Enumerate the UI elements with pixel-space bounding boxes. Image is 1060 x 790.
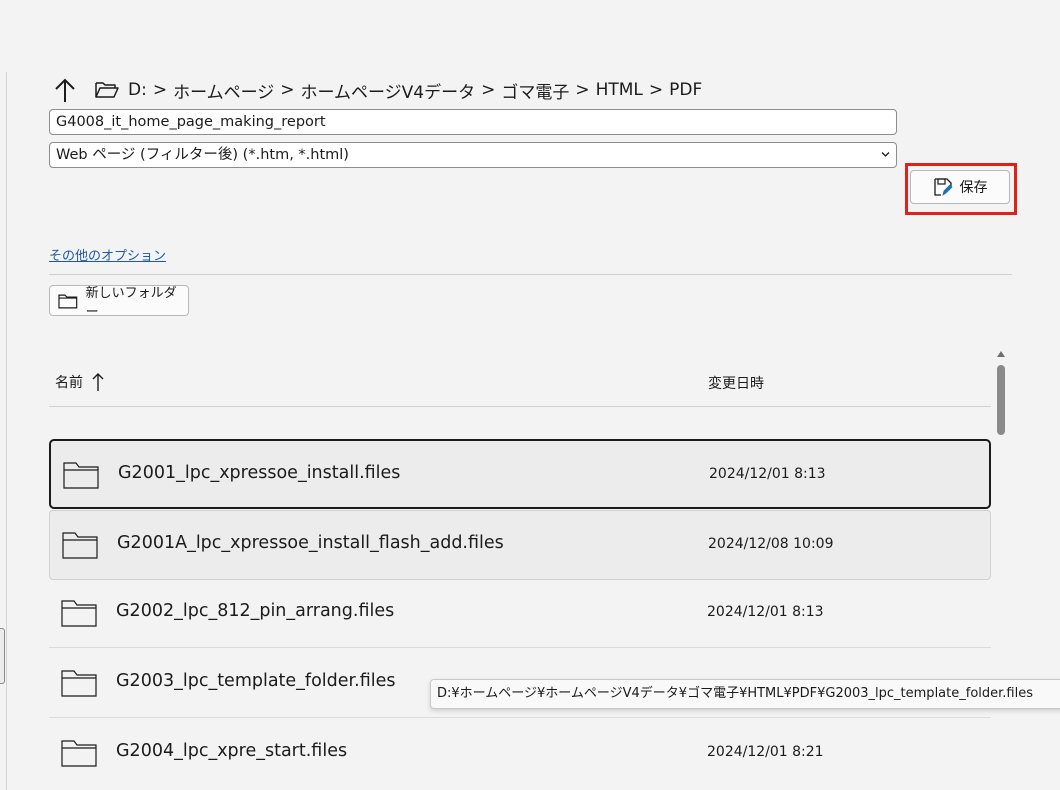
folder-icon — [63, 462, 99, 489]
folder-icon — [62, 532, 98, 559]
more-options-link[interactable]: その他のオプション — [49, 245, 166, 264]
file-modified: 2024/12/01 8:13 — [707, 604, 824, 620]
file-name: G2001A_lpc_xpressoe_install_flash_add.fi… — [117, 533, 504, 553]
file-modified: 2024/12/01 8:21 — [707, 744, 824, 760]
file-name: G2003_lpc_template_folder.files — [116, 671, 396, 691]
sort-ascending-icon — [92, 373, 104, 391]
file-name: G2001_lpc_xpressoe_install.files — [118, 463, 401, 483]
filetype-selected-value: Web ページ (フィルター後) (*.htm, *.html) — [56, 147, 349, 163]
folder-open-icon — [95, 82, 119, 98]
divider — [49, 274, 1012, 275]
folder-icon — [61, 600, 97, 627]
scrollbar-thumb[interactable] — [997, 365, 1005, 435]
breadcrumb-separator: > — [280, 80, 295, 100]
breadcrumb-separator: > — [575, 80, 590, 100]
column-header-name[interactable]: 名前 — [55, 372, 104, 392]
file-name: G2004_lpc_xpre_start.files — [116, 741, 348, 761]
new-folder-button[interactable]: 新しいフォルダー — [49, 285, 189, 320]
breadcrumb-separator: > — [481, 80, 496, 100]
row-divider — [49, 717, 991, 718]
breadcrumb-item-pdf[interactable]: PDF — [669, 80, 702, 100]
file-modified: 2024/12/01 8:13 — [709, 466, 826, 482]
list-item[interactable]: G2002_lpc_812_pin_arrang.files 2024/12/0… — [49, 579, 991, 649]
column-header-modified[interactable]: 変更日時 — [708, 373, 764, 393]
breadcrumb-item-homepage[interactable]: ホームページ — [173, 78, 274, 103]
breadcrumb-item-drive[interactable]: D: — [128, 80, 147, 100]
path-tooltip: D:¥ホームページ¥ホームページV4データ¥ゴマ電子¥HTML¥PDF¥G200… — [430, 679, 1060, 709]
row-divider — [49, 647, 991, 648]
list-item[interactable]: G2001_lpc_xpressoe_install.files 2024/12… — [49, 439, 991, 509]
folder-icon — [61, 740, 97, 767]
breadcrumb-item-html[interactable]: HTML — [596, 80, 643, 100]
chevron-down-icon — [881, 152, 890, 157]
pane-resize-handle[interactable] — [0, 628, 5, 684]
file-modified: 2024/12/08 10:09 — [708, 536, 834, 552]
save-button-label: 保存 — [959, 180, 988, 196]
header-divider — [49, 406, 991, 407]
breadcrumb: D: > ホームページ > ホームページV4データ > ゴマ電子 > HTML … — [95, 78, 702, 103]
left-pane-border — [6, 72, 7, 790]
breadcrumb-separator: > — [152, 80, 168, 100]
breadcrumb-separator: > — [648, 80, 664, 100]
column-header-name-label: 名前 — [55, 375, 83, 391]
save-button[interactable]: 保存 — [910, 170, 1010, 204]
list-item[interactable]: G2004_lpc_xpre_start.files 2024/12/01 8:… — [49, 719, 991, 789]
filename-input[interactable]: G4008_it_home_page_making_report — [49, 109, 897, 135]
file-name: G2002_lpc_812_pin_arrang.files — [116, 601, 395, 621]
list-item[interactable]: G2001A_lpc_xpressoe_install_flash_add.fi… — [49, 510, 991, 580]
folder-icon — [61, 670, 97, 697]
save-icon — [933, 178, 953, 196]
arrow-up-icon — [55, 78, 75, 102]
new-folder-label: 新しいフォルダー — [85, 285, 177, 320]
filetype-select[interactable]: Web ページ (フィルター後) (*.htm, *.html) — [49, 142, 897, 168]
scroll-up-arrow-icon[interactable] — [996, 350, 1006, 358]
navigate-up-button[interactable] — [52, 76, 78, 104]
breadcrumb-item-homepage-v4-data[interactable]: ホームページV4データ — [300, 78, 475, 103]
folder-icon — [58, 294, 78, 308]
breadcrumb-item-goma-denshi[interactable]: ゴマ電子 — [501, 78, 569, 103]
